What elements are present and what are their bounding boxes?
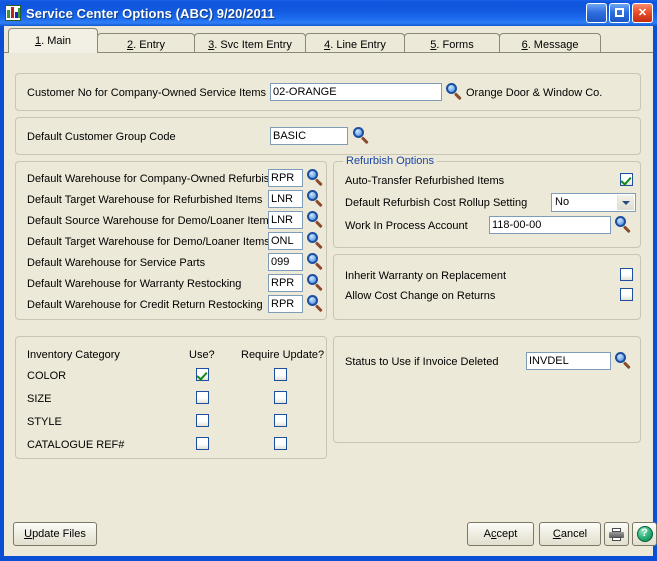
inventory-row-label-1: SIZE <box>27 393 52 405</box>
warehouse-input-1[interactable]: LNR <box>268 190 303 208</box>
warehouse-input-3[interactable]: ONL <box>268 232 303 250</box>
refurbish-options-panel: Refurbish Options Auto-Transfer Refurbis… <box>333 155 641 248</box>
warehouse-lookup-icon-2[interactable] <box>307 211 324 229</box>
accept-pre: A <box>483 528 492 540</box>
auto-transfer-checkbox[interactable] <box>620 173 633 186</box>
wip-account-label: Work In Process Account <box>345 220 468 232</box>
warehouse-label-0: Default Warehouse for Company-Owned Refu… <box>27 173 276 185</box>
refurbish-options-legend: Refurbish Options <box>343 155 438 167</box>
inventory-use-checkbox-0[interactable] <box>196 368 209 381</box>
customer-no-label: Customer No for Company-Owned Service It… <box>27 87 267 99</box>
cancel-label: ancel <box>560 528 588 540</box>
window-bottom-edge <box>4 556 653 557</box>
customer-group-lookup-icon[interactable] <box>353 127 370 145</box>
customer-no-lookup-icon[interactable] <box>446 83 463 101</box>
chevron-down-icon[interactable] <box>617 195 634 210</box>
tab-forms-label: . Forms <box>436 38 474 51</box>
invoice-deleted-status-panel: Status to Use if Invoice Deleted INVDEL <box>333 336 641 443</box>
customer-no-panel: Customer No for Company-Owned Service It… <box>15 73 641 111</box>
inventory-require-update-checkbox-3[interactable] <box>274 437 287 450</box>
accept-label: cept <box>496 528 518 540</box>
inventory-require-update-checkbox-0[interactable] <box>274 368 287 381</box>
chart-bars-icon <box>5 5 21 21</box>
inventory-require-update-checkbox-1[interactable] <box>274 391 287 404</box>
update-files-button[interactable]: Update Files <box>13 522 97 546</box>
inventory-row-label-3: CATALOGUE REF# <box>27 439 125 451</box>
dialog-footer: Update Files Accept Cancel <box>4 509 657 557</box>
warehouse-label-3: Default Target Warehouse for Demo/Loaner… <box>27 236 270 248</box>
warehouse-label-6: Default Warehouse for Credit Return Rest… <box>27 299 263 311</box>
inherit-warranty-checkbox[interactable] <box>620 268 633 281</box>
title-bar: Service Center Options (ABC) 9/20/2011 ✕ <box>0 0 657 26</box>
wip-account-input[interactable]: 118-00-00 <box>489 216 611 234</box>
allow-cost-change-checkbox[interactable] <box>620 288 633 301</box>
close-button[interactable]: ✕ <box>632 3 653 23</box>
print-button[interactable] <box>604 522 629 546</box>
customer-group-label: Default Customer Group Code <box>27 131 176 143</box>
help-button[interactable] <box>632 522 657 546</box>
warehouse-lookup-icon-6[interactable] <box>307 295 324 313</box>
window-title: Service Center Options (ABC) 9/20/2011 <box>26 5 275 21</box>
warehouse-lookup-icon-3[interactable] <box>307 232 324 250</box>
customer-group-panel: Default Customer Group Code BASIC <box>15 117 641 155</box>
tab-entry-label: . Entry <box>133 38 165 51</box>
inventory-use-checkbox-2[interactable] <box>196 414 209 427</box>
warehouse-input-5[interactable]: RPR <box>268 274 303 292</box>
tab-main[interactable]: 1. Main <box>8 28 98 53</box>
warehouse-label-4: Default Warehouse for Service Parts <box>27 257 206 269</box>
warehouse-lookup-icon-0[interactable] <box>307 169 324 187</box>
update-files-label: pdate Files <box>32 528 86 540</box>
use-header: Use? <box>189 349 215 361</box>
window-controls: ✕ <box>586 3 655 23</box>
tab-message-label: . Message <box>527 38 579 51</box>
invoice-deleted-status-lookup-icon[interactable] <box>615 352 632 370</box>
wip-account-lookup-icon[interactable] <box>615 216 632 234</box>
cost-rollup-label: Default Refurbish Cost Rollup Setting <box>345 197 528 209</box>
warehouse-input-6[interactable]: RPR <box>268 295 303 313</box>
tab-main-label: . Main <box>41 35 72 47</box>
tab-page-main: Customer No for Company-Owned Service It… <box>4 52 653 509</box>
warehouse-lookup-icon-5[interactable] <box>307 274 324 292</box>
invoice-deleted-status-input[interactable]: INVDEL <box>526 352 611 370</box>
warehouse-input-0[interactable]: RPR <box>268 169 303 187</box>
inventory-use-checkbox-3[interactable] <box>196 437 209 450</box>
inventory-require-update-checkbox-2[interactable] <box>274 414 287 427</box>
invoice-deleted-status-label: Status to Use if Invoice Deleted <box>345 356 499 368</box>
inherit-warranty-label: Inherit Warranty on Replacement <box>345 270 506 282</box>
inventory-use-checkbox-1[interactable] <box>196 391 209 404</box>
printer-icon <box>609 527 624 541</box>
cost-rollup-select[interactable]: No <box>551 193 636 212</box>
warehouse-input-4[interactable]: 099 <box>268 253 303 271</box>
help-icon <box>636 526 653 542</box>
warehouse-label-1: Default Target Warehouse for Refurbished… <box>27 194 263 206</box>
customer-name-text: Orange Door & Window Co. <box>466 87 603 99</box>
tab-svc-item-entry-label: . Svc Item Entry <box>214 38 292 51</box>
warehouse-lookup-icon-1[interactable] <box>307 190 324 208</box>
customer-no-input[interactable]: 02-ORANGE <box>270 83 442 101</box>
customer-group-input[interactable]: BASIC <box>270 127 348 145</box>
application-window: Service Center Options (ABC) 9/20/2011 ✕… <box>0 0 657 561</box>
cancel-button[interactable]: Cancel <box>539 522 601 546</box>
warehouse-input-2[interactable]: LNR <box>268 211 303 229</box>
require-update-header: Require Update? <box>241 349 325 361</box>
accept-button[interactable]: Accept <box>467 522 534 546</box>
default-warehouse-panel: Default Warehouse for Company-Owned Refu… <box>15 161 327 320</box>
warehouse-lookup-icon-4[interactable] <box>307 253 324 271</box>
inventory-category-panel: Inventory Category Use? Require Update? … <box>15 336 327 459</box>
tab-line-entry-label: . Line Entry <box>330 38 386 51</box>
tab-strip: 1. Main 2. Entry 3. Svc Item Entry 4. Li… <box>4 26 653 55</box>
inventory-row-label-2: STYLE <box>27 416 62 428</box>
maximize-button[interactable] <box>609 3 630 23</box>
warehouse-label-2: Default Source Warehouse for Demo/Loaner… <box>27 215 275 227</box>
warehouse-label-5: Default Warehouse for Warranty Restockin… <box>27 278 242 290</box>
inventory-row-label-0: COLOR <box>27 370 67 382</box>
inventory-category-header: Inventory Category <box>27 349 120 361</box>
cancel-accel: C <box>552 528 561 540</box>
minimize-button[interactable] <box>586 3 607 23</box>
warranty-options-panel: Inherit Warranty on Replacement Allow Co… <box>333 254 641 320</box>
update-files-accel: U <box>24 528 33 540</box>
allow-cost-change-label: Allow Cost Change on Returns <box>345 290 496 302</box>
cost-rollup-value: No <box>555 196 570 208</box>
auto-transfer-label: Auto-Transfer Refurbished Items <box>345 175 505 187</box>
